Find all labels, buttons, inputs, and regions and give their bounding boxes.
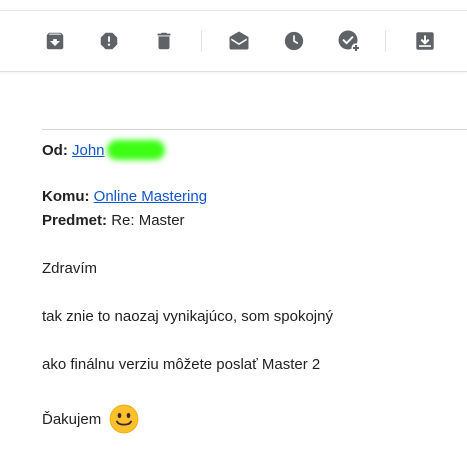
move-to-icon <box>416 32 434 50</box>
mark-as-read-button[interactable] <box>227 29 251 53</box>
subject-text: Re: Master <box>111 212 185 229</box>
body-line-2: ako finálnu verziu môžete poslať Master … <box>42 356 321 373</box>
move-to-button[interactable] <box>413 29 437 53</box>
toolbar-separator <box>385 30 386 52</box>
from-row: Od: John <box>42 140 165 160</box>
subject-row: Predmet: Re: Master <box>42 212 185 230</box>
body-closing: Ďakujem <box>42 411 102 428</box>
top-strip <box>0 0 467 11</box>
snooze-button[interactable] <box>282 29 306 53</box>
smiley-emoji-icon <box>109 404 139 439</box>
add-to-tasks-icon <box>338 30 361 53</box>
header-divider <box>42 129 467 130</box>
report-spam-button[interactable] <box>97 29 121 53</box>
toolbar-separator <box>201 30 202 52</box>
from-label: Od: <box>42 142 68 159</box>
add-to-tasks-button[interactable] <box>337 29 361 53</box>
delete-button[interactable] <box>152 29 176 53</box>
subject-label: Predmet: <box>42 212 108 229</box>
report-spam-icon <box>100 32 118 50</box>
recipient-link[interactable]: Online Mastering <box>94 188 207 205</box>
body-line-1: tak znie to naozaj vynikajúco, som spoko… <box>42 308 333 325</box>
delete-icon <box>157 32 171 50</box>
to-label: Komu: <box>42 188 90 205</box>
body-closing-row: Ďakujem <box>42 404 139 439</box>
archive-button[interactable] <box>43 29 67 53</box>
sender-link[interactable]: John <box>72 142 105 159</box>
redaction-blur <box>106 140 165 160</box>
body-greeting: Zdravím <box>42 260 98 277</box>
snooze-icon <box>284 31 304 51</box>
archive-icon <box>46 32 64 50</box>
mark-as-read-icon <box>229 31 249 50</box>
to-row: Komu: Online Mastering <box>42 188 207 206</box>
message-toolbar <box>0 11 467 72</box>
